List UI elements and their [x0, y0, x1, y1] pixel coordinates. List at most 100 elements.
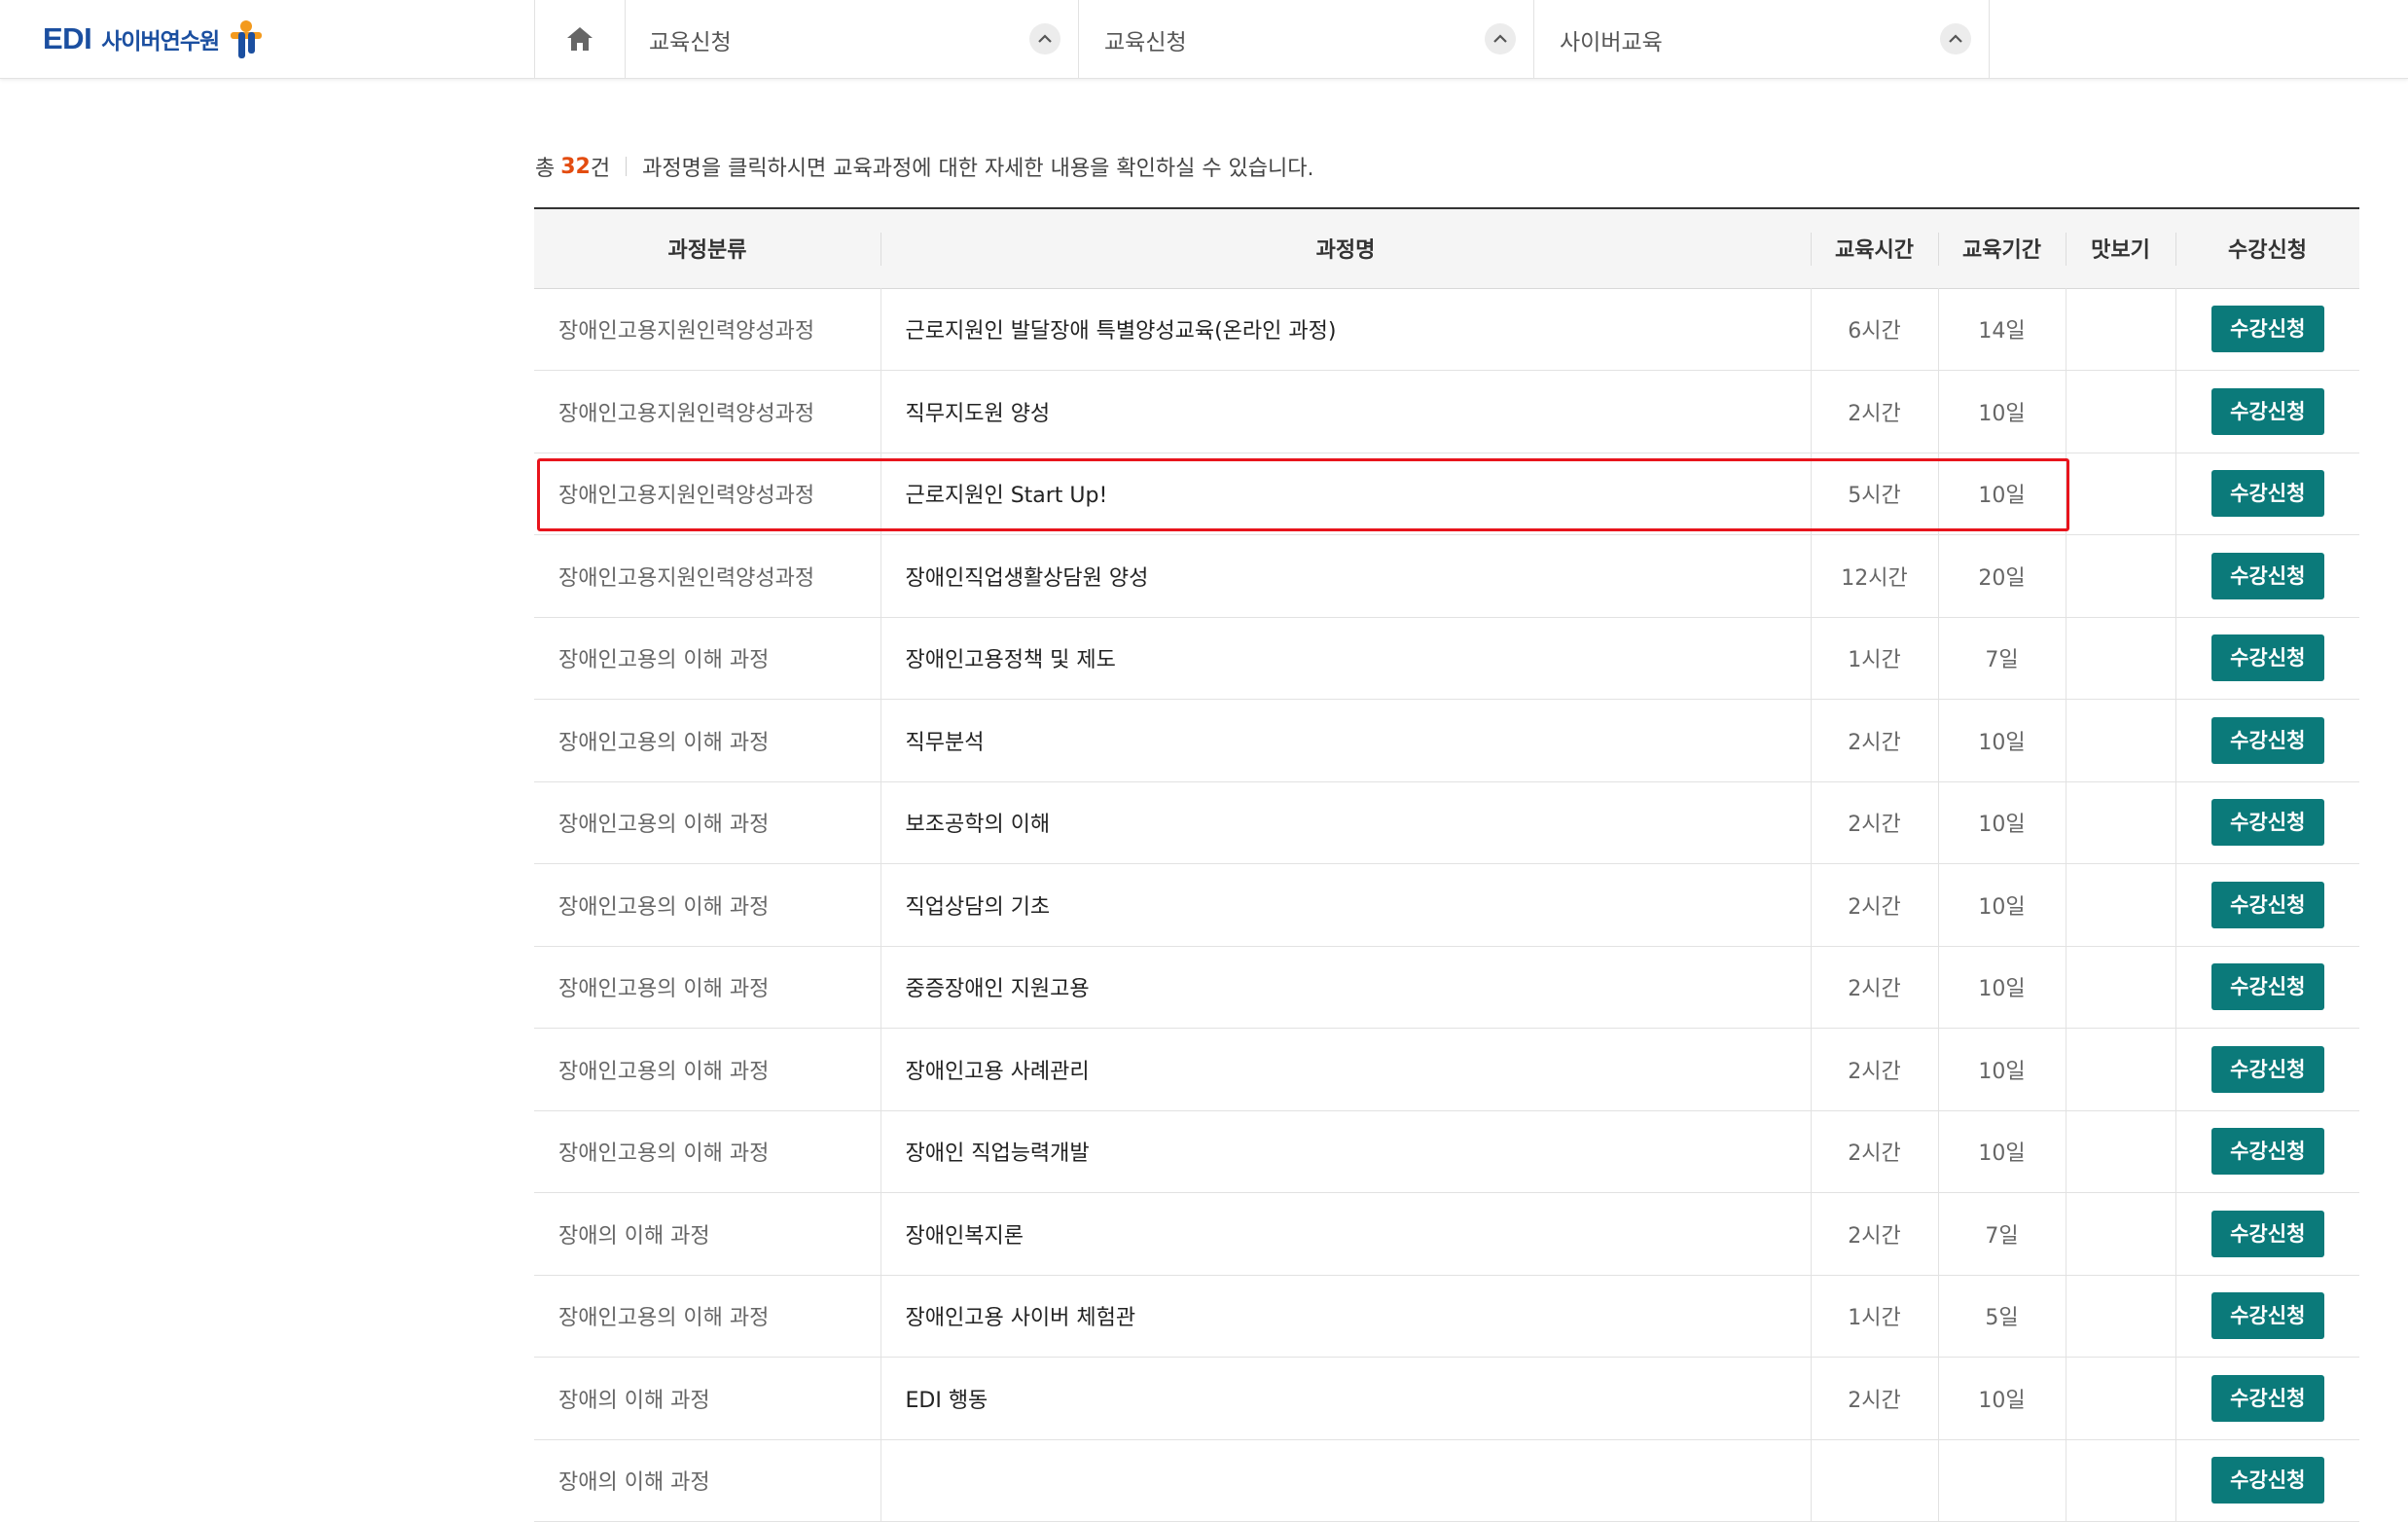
apply-cell: 수강신청: [2174, 453, 2359, 535]
logo-text: EDI: [43, 21, 92, 55]
apply-button[interactable]: 수강신청: [2210, 963, 2324, 1011]
course-preview: [2065, 946, 2175, 1029]
course-name-link[interactable]: 직무지도원 양성: [880, 370, 1811, 453]
table-row: 장애인고용지원인력양성과정 근로지원인 발달장애 특별양성교육(온라인 과정) 6시…: [534, 288, 2359, 371]
home-button[interactable]: [534, 0, 626, 78]
col-header-period: 교육기간: [1938, 208, 2066, 288]
table-header-row: 과정분류 과정명 교육시간 교육기간 맛보기 수강신청: [534, 208, 2359, 288]
course-period: 10일: [1937, 1028, 2066, 1110]
apply-cell: 수강신청: [2174, 699, 2359, 781]
course-name-link[interactable]: 직업상담의 기초: [880, 863, 1811, 946]
course-preview: [2065, 1439, 2175, 1522]
course-name-link[interactable]: EDI 행동: [880, 1357, 1811, 1439]
course-hours: [1810, 1439, 1938, 1522]
course-preview: [2065, 781, 2175, 864]
course-name-link[interactable]: 중증장애인 지원고용: [880, 946, 1811, 1029]
apply-cell: 수강신청: [2174, 781, 2359, 864]
logo-mark-icon: [231, 20, 263, 58]
apply-cell: 수강신청: [2174, 288, 2359, 371]
table-row: 장애인고용지원인력양성과정 장애인직업생활상담원 양성 12시간 20일 수강신청: [534, 534, 2359, 617]
course-hours: 2시간: [1810, 699, 1938, 781]
nav-dropdown-3[interactable]: 사이버교육: [1534, 0, 1990, 78]
course-preview: [2065, 1275, 2175, 1358]
total-prefix: 총: [535, 157, 556, 181]
course-preview: [2065, 534, 2175, 617]
apply-button[interactable]: 수강신청: [2210, 1374, 2324, 1422]
course-preview: [2065, 370, 2175, 453]
course-period: 10일: [1937, 1357, 2066, 1439]
course-name-link[interactable]: 근로지원인 Start Up!: [880, 453, 1811, 535]
table-row: 장애인고용지원인력양성과정 근로지원인 Start Up! 5시간 10일 수강신청: [534, 453, 2359, 535]
divider: [626, 157, 628, 176]
course-preview: [2065, 453, 2175, 535]
apply-button[interactable]: 수강신청: [2210, 306, 2324, 353]
apply-cell: 수강신청: [2174, 1192, 2359, 1275]
course-hours: 2시간: [1810, 1192, 1938, 1275]
course-period: 7일: [1937, 617, 2066, 700]
site-logo[interactable]: EDI 사이버연수원: [43, 18, 268, 60]
course-name-link[interactable]: [880, 1439, 1811, 1522]
apply-button[interactable]: 수강신청: [2210, 1045, 2324, 1093]
course-name-link[interactable]: 보조공학의 이해: [880, 781, 1811, 864]
col-header-course-name: 과정명: [881, 208, 1811, 288]
course-hours: 2시간: [1810, 946, 1938, 1029]
chevron-up-icon[interactable]: [1485, 23, 1516, 54]
chevron-up-icon[interactable]: [1940, 23, 1971, 54]
course-period: 20일: [1937, 534, 2066, 617]
course-period: 10일: [1937, 1110, 2066, 1193]
apply-button[interactable]: 수강신청: [2210, 470, 2324, 518]
nav-dropdown-2[interactable]: 교육신청: [1079, 0, 1534, 78]
course-hours: 2시간: [1810, 781, 1938, 864]
course-period: 10일: [1937, 781, 2066, 864]
table-body: 장애인고용지원인력양성과정 근로지원인 발달장애 특별양성교육(온라인 과정) 6시…: [534, 288, 2359, 1522]
apply-cell: 수강신청: [2174, 534, 2359, 617]
apply-cell: 수강신청: [2174, 863, 2359, 946]
apply-button[interactable]: 수강신청: [2210, 1457, 2324, 1504]
course-name-link[interactable]: 장애인고용정책 및 제도: [880, 617, 1811, 700]
chevron-up-icon[interactable]: [1029, 23, 1060, 54]
course-period: 5일: [1937, 1275, 2066, 1358]
apply-button[interactable]: 수강신청: [2210, 881, 2324, 928]
course-category: 장애의 이해 과정: [558, 1223, 710, 1249]
table-row: 장애의 이해 과정 EDI 행동 2시간 10일 수강신청: [534, 1357, 2359, 1439]
course-period: 7일: [1937, 1192, 2066, 1275]
table-row: 장애인고용의 이해 과정 직무분석 2시간 10일 수강신청: [534, 699, 2359, 781]
course-name-link[interactable]: 장애인고용 사이버 체험관: [880, 1275, 1811, 1358]
course-hours: 2시간: [1810, 1110, 1938, 1193]
apply-cell: 수강신청: [2174, 946, 2359, 1029]
apply-button[interactable]: 수강신청: [2210, 1210, 2324, 1257]
course-name-link[interactable]: 근로지원인 발달장애 특별양성교육(온라인 과정): [880, 288, 1811, 371]
apply-button[interactable]: 수강신청: [2210, 799, 2324, 847]
course-name-link[interactable]: 장애인 직업능력개발: [880, 1110, 1811, 1193]
apply-button[interactable]: 수강신청: [2210, 1292, 2324, 1340]
apply-button[interactable]: 수강신청: [2210, 634, 2324, 682]
table-row: 장애인고용지원인력양성과정 직무지도원 양성 2시간 10일 수강신청: [534, 370, 2359, 453]
course-category: 장애의 이해 과정: [558, 1470, 710, 1496]
course-period: 14일: [1937, 288, 2066, 371]
apply-cell: 수강신청: [2174, 1439, 2359, 1522]
course-category: 장애인고용의 이해 과정: [558, 648, 770, 673]
apply-button[interactable]: 수강신청: [2210, 1128, 2324, 1176]
course-period: [1937, 1439, 2066, 1522]
nav-dropdown-1[interactable]: 교육신청: [624, 0, 1079, 78]
course-name-link[interactable]: 직무분석: [880, 699, 1811, 781]
course-hours: 5시간: [1810, 453, 1938, 535]
course-name-link[interactable]: 장애인고용 사례관리: [880, 1028, 1811, 1110]
course-preview: [2065, 1110, 2175, 1193]
course-preview: [2065, 1192, 2175, 1275]
course-hours: 1시간: [1810, 617, 1938, 700]
apply-button[interactable]: 수강신청: [2210, 387, 2324, 435]
apply-cell: 수강신청: [2174, 1275, 2359, 1358]
course-category: 장애인고용의 이해 과정: [558, 1142, 770, 1167]
apply-button[interactable]: 수강신청: [2210, 552, 2324, 599]
course-name-link[interactable]: 장애인직업생활상담원 양성: [880, 534, 1811, 617]
course-category: 장애인고용의 이해 과정: [558, 1059, 770, 1084]
course-name-link[interactable]: 장애인복지론: [880, 1192, 1811, 1275]
course-preview: [2065, 1357, 2175, 1439]
home-icon: [567, 27, 593, 51]
apply-button[interactable]: 수강신청: [2210, 716, 2324, 764]
table-row: 장애인고용의 이해 과정 장애인고용정책 및 제도 1시간 7일 수강신청: [534, 617, 2359, 700]
course-period: 10일: [1937, 453, 2066, 535]
course-category: 장애인고용의 이해 과정: [558, 730, 770, 755]
course-hours: 1시간: [1810, 1275, 1938, 1358]
